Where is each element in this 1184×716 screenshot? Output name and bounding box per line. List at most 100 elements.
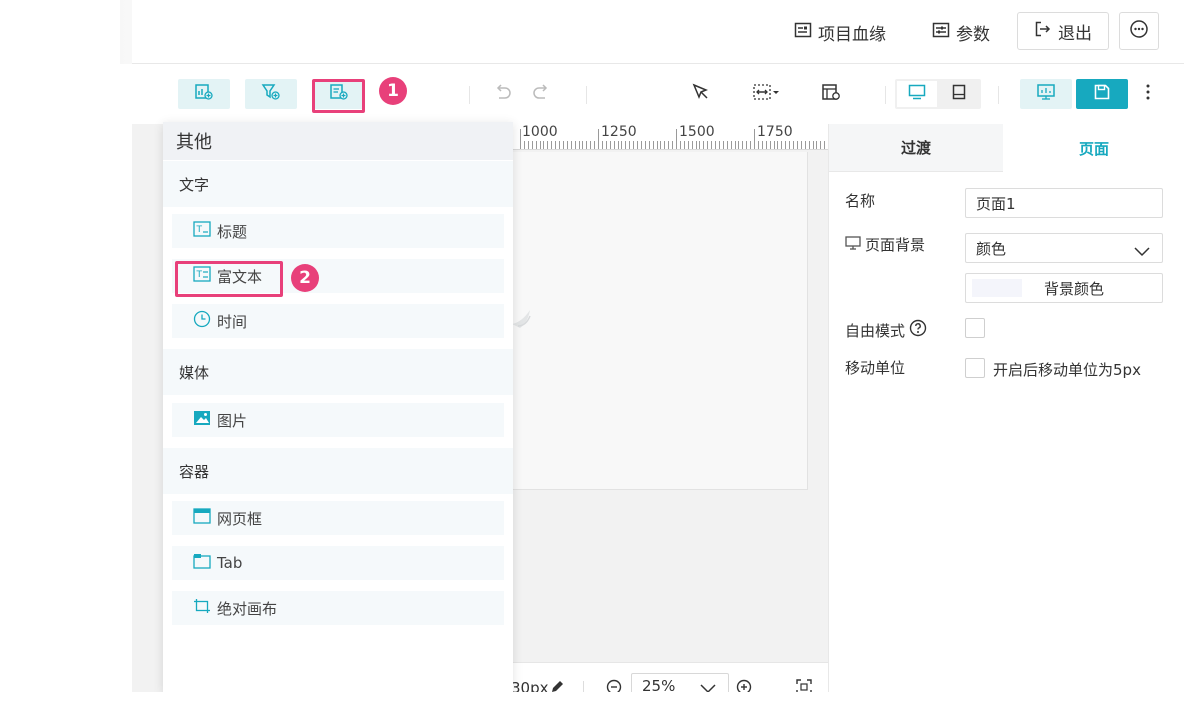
ruler-tick <box>816 141 818 149</box>
exit-label: 退出 <box>1058 23 1092 44</box>
ruler-tick <box>664 141 666 149</box>
ruler-tick <box>582 141 584 149</box>
ruler-tick <box>617 141 619 149</box>
page-name-input[interactable]: 页面1 <box>965 188 1163 218</box>
ruler-tick <box>699 141 701 149</box>
component-webframe[interactable]: 网页框 <box>172 501 504 535</box>
panel-title: 其他 <box>163 122 513 160</box>
params-icon <box>932 21 950 44</box>
properties-panel: 过渡 页面 名称 页面1 页面背景 颜色 背景颜色 自由模式 移动单位 开启后移… <box>828 124 1184 692</box>
ruler-tick <box>734 141 736 149</box>
page-canvas[interactable] <box>513 152 808 490</box>
ruler-tick <box>808 141 810 149</box>
toolbar-separator <box>885 86 886 104</box>
ruler-tick <box>683 141 685 149</box>
ruler-tick <box>793 141 794 149</box>
redo-button[interactable] <box>528 81 554 107</box>
tab-page[interactable]: 页面 <box>1003 124 1184 172</box>
ruler-tick <box>535 141 537 149</box>
component-image[interactable]: 图片 <box>172 403 504 437</box>
ruler-tick <box>555 141 557 149</box>
ruler-tick <box>523 141 525 149</box>
ruler-tick <box>703 141 705 149</box>
ruler-tick <box>824 141 826 149</box>
component-image-label: 图片 <box>217 411 248 430</box>
ruler-label: 1250 <box>601 124 637 140</box>
add-chart-button[interactable] <box>178 79 230 109</box>
tab-container-icon <box>193 553 211 573</box>
component-heading[interactable]: T 标题 <box>172 214 504 248</box>
align-dropdown-button[interactable] <box>752 81 782 107</box>
save-button[interactable] <box>1076 79 1128 109</box>
ruler-tick <box>796 141 798 149</box>
toolbar-separator <box>469 86 470 104</box>
ruler-tick <box>559 141 560 149</box>
ruler-label: 1000 <box>522 124 558 140</box>
ruler-tick <box>543 141 545 149</box>
left-blank-area <box>0 0 132 716</box>
ruler-tick <box>777 141 779 149</box>
color-swatch <box>972 279 1022 297</box>
project-lineage-link[interactable]: 项目血缘 <box>794 20 886 45</box>
ruler-tick <box>656 141 658 149</box>
ruler-tick <box>648 141 650 149</box>
desktop-view-button[interactable] <box>897 81 937 107</box>
ruler-tick <box>804 141 806 149</box>
browser-window-icon <box>193 508 211 528</box>
page-background-text: 页面背景 <box>865 236 926 254</box>
page-background-label: 页面背景 <box>845 234 925 255</box>
page-settings-icon <box>821 82 841 106</box>
align-distribute-icon <box>752 82 782 106</box>
toolbar-more-button[interactable] <box>1135 81 1161 107</box>
more-options-button[interactable] <box>1119 12 1159 50</box>
ruler-tick <box>676 129 677 149</box>
format-brush-icon <box>691 82 711 106</box>
lineage-label: 项目血缘 <box>818 24 886 45</box>
add-filter-button[interactable] <box>245 79 297 109</box>
move-unit-checkbox[interactable] <box>965 358 985 378</box>
ruler-tick <box>672 141 674 149</box>
component-tab-label: Tab <box>217 554 243 572</box>
tab-transition[interactable]: 过渡 <box>829 124 1003 172</box>
ruler-tick <box>773 141 775 149</box>
component-tab[interactable]: Tab <box>172 546 504 580</box>
exit-button[interactable]: 退出 <box>1017 12 1109 50</box>
page-bottom-margin <box>0 692 1184 716</box>
ruler-tick <box>750 141 752 149</box>
monitor-icon <box>845 235 861 254</box>
ruler-tick <box>594 141 596 149</box>
component-dropdown-panel: 其他 文字 T 标题 T 富文本 2 时间 媒体 图片 容器 网页框 Tab 绝… <box>163 122 513 692</box>
background-type-select[interactable]: 颜色 <box>965 233 1163 263</box>
toolbar-separator <box>586 86 587 104</box>
ruler-tick <box>668 141 670 149</box>
component-absolute-canvas[interactable]: 绝对画布 <box>172 591 504 625</box>
ruler-tick <box>539 141 541 149</box>
ruler-tick <box>711 141 713 149</box>
free-mode-checkbox[interactable] <box>965 318 985 338</box>
ruler-tick <box>691 141 693 149</box>
ruler-tick <box>722 141 724 149</box>
ruler-tick <box>726 141 728 149</box>
ruler-tick <box>562 141 564 149</box>
mobile-view-button[interactable] <box>939 81 979 107</box>
brush-style-button[interactable] <box>688 81 714 107</box>
ruler-tick <box>586 141 588 149</box>
ruler-tick <box>633 141 635 149</box>
ruler-tick <box>598 129 599 149</box>
background-color-button[interactable]: 背景颜色 <box>965 273 1163 303</box>
params-link[interactable]: 参数 <box>932 20 990 45</box>
ruler-tick <box>746 141 748 149</box>
page-settings-button[interactable] <box>818 81 844 107</box>
ruler-tick <box>574 141 576 149</box>
ruler-tick <box>679 141 681 149</box>
step-badge-1: 1 <box>379 77 407 105</box>
undo-button[interactable] <box>490 81 516 107</box>
ruler-tick <box>820 141 822 149</box>
ruler-tick <box>730 141 732 149</box>
exit-icon <box>1034 20 1052 43</box>
preview-button[interactable] <box>1020 79 1072 109</box>
save-icon <box>1093 83 1111 105</box>
add-filter-icon <box>261 83 281 105</box>
component-time[interactable]: 时间 <box>172 304 504 338</box>
help-question-icon[interactable] <box>909 319 927 341</box>
